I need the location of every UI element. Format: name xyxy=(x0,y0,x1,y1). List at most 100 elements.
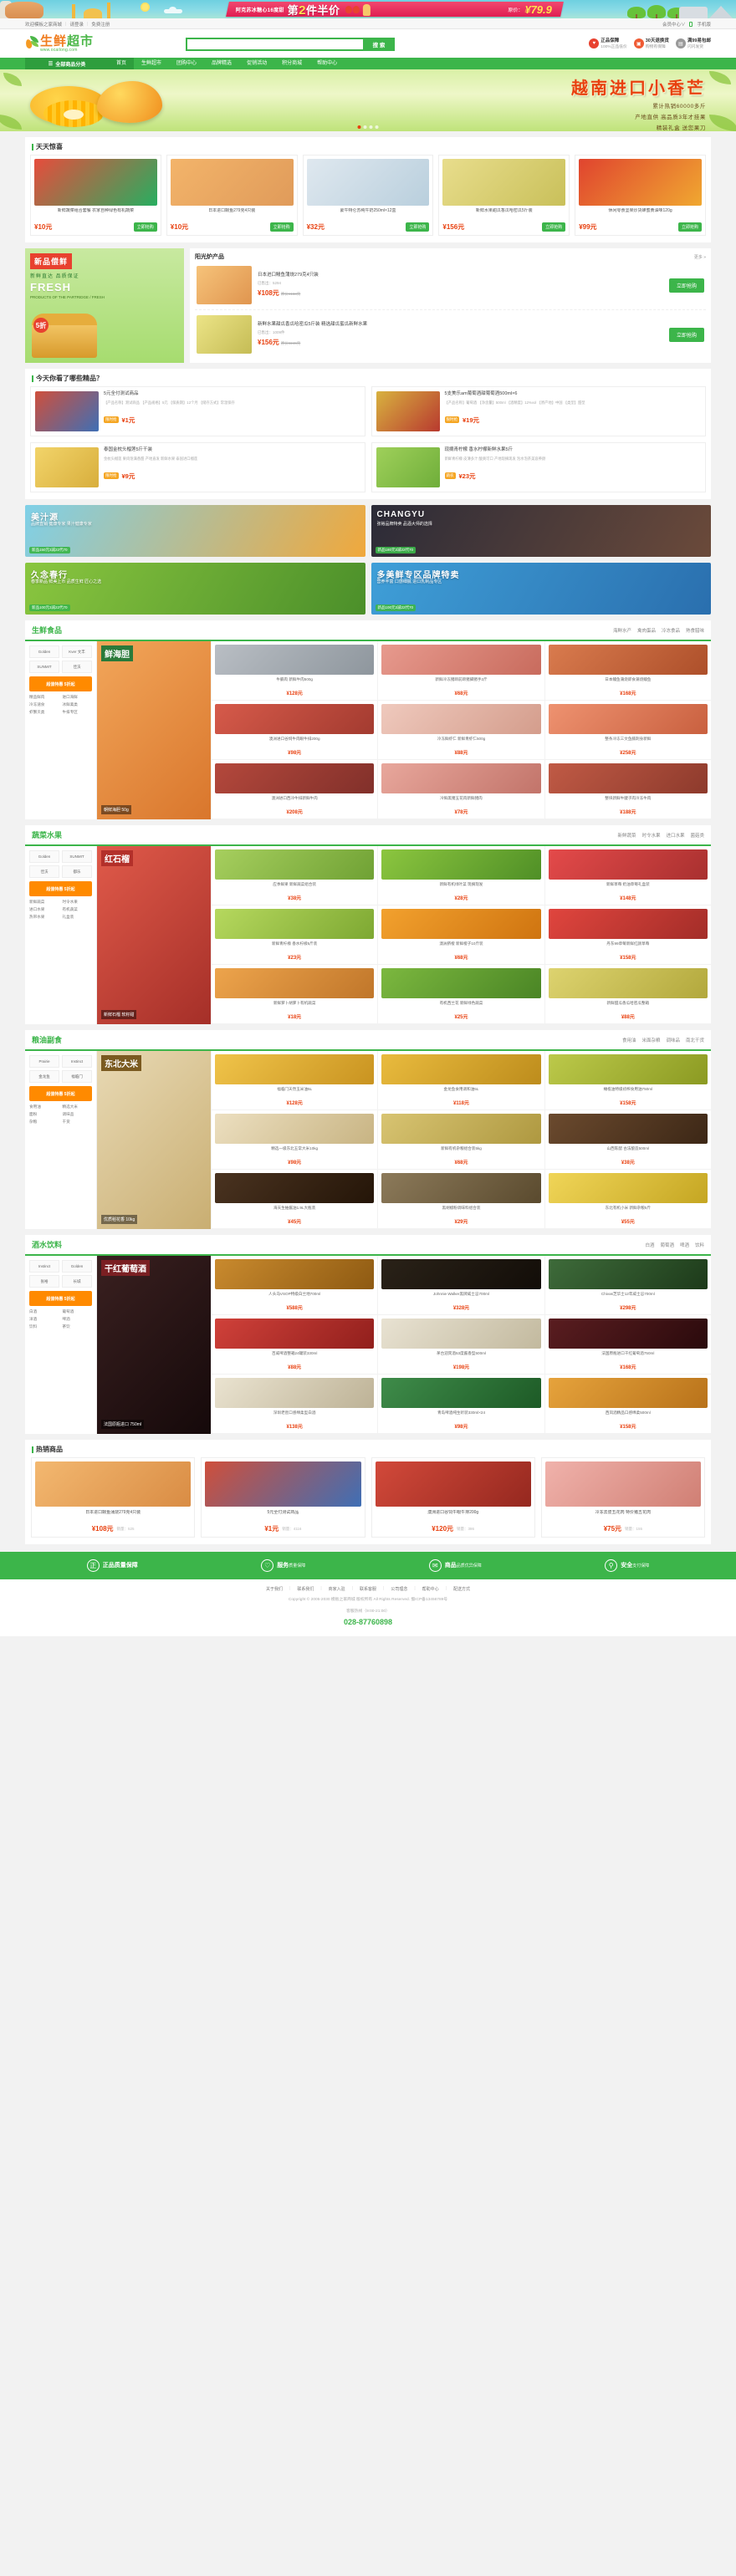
mobile-link[interactable]: 手机版 xyxy=(697,21,711,28)
buy-button[interactable]: 立即抢购 xyxy=(133,222,157,232)
category-promo-badge[interactable]: 超值特惠 5折起 xyxy=(29,881,92,896)
brand-banner[interactable]: 多美鲜专区品牌特卖 营养丰富 口感细腻 进口乳制品专区 新品100元3减22代7… xyxy=(371,563,711,615)
buy-button[interactable]: 立即抢购 xyxy=(269,222,294,232)
product-cell[interactable]: 澳洲进口西冷牛排新鲜牛肉 ¥208元 xyxy=(211,760,378,819)
category-hero-image[interactable]: 干红葡萄酒 法国原瓶进口 750ml xyxy=(97,1256,211,1434)
footer-link[interactable]: 商家入驻 xyxy=(329,1586,345,1592)
buy-button[interactable]: 立即抢购 xyxy=(668,327,704,342)
site-logo[interactable]: 生鲜超市 www.ocailong.com xyxy=(24,35,167,53)
hot-product-card[interactable]: 日本进口鳗鱼蒲烧279克4只装 ¥108元 销量：525 xyxy=(31,1457,196,1538)
category-tag[interactable]: 洋酒 xyxy=(29,1317,59,1323)
product-cell[interactable]: 青岛啤酒纯生听装330ml×24 ¥98元 xyxy=(377,1375,544,1434)
category-tag[interactable]: 冰鲜禽类 xyxy=(63,702,93,708)
product-card[interactable]: 休闲零食坚果炒货蜂蜜黄油味120g ¥99元 立即抢购 xyxy=(575,155,706,236)
category-tag[interactable]: 干货 xyxy=(63,1120,93,1125)
brand-logo[interactable]: 佳沃 xyxy=(29,865,59,878)
category-link[interactable]: 调味品 xyxy=(666,1037,680,1043)
brand-banner[interactable]: CHANGYU 张裕品牌特卖 品酒大师的选择 新品180元3减22代70 xyxy=(371,505,711,557)
category-tag[interactable]: 食用油 xyxy=(29,1104,59,1110)
hero-dot[interactable] xyxy=(369,125,373,129)
product-cell[interactable]: 整块新鲜牛腱子肉冷冻牛肉 ¥188元 xyxy=(544,760,711,819)
brand-logo[interactable]: Golden xyxy=(62,1260,92,1273)
brand-logo[interactable]: Prairie xyxy=(29,1055,59,1068)
login-link[interactable]: 请登录 xyxy=(69,21,84,28)
product-card[interactable]: 新鲜蔬菜组合套餐 农家自种绿色有机蔬菜 ¥10元 立即抢购 xyxy=(30,155,161,236)
product-cell[interactable]: 精选一级东北五常大米10kg ¥98元 xyxy=(211,1110,378,1170)
category-tag[interactable]: 有机蔬菜 xyxy=(63,907,93,913)
product-cell[interactable]: 东北有机小米 新鲜杂粮5斤 ¥55元 xyxy=(544,1170,711,1229)
product-cell[interactable]: 法国原瓶进口干红葡萄酒750ml ¥168元 xyxy=(544,1315,711,1375)
category-tag[interactable]: 调味品 xyxy=(63,1112,93,1118)
category-tag[interactable]: 葡萄酒 xyxy=(63,1309,93,1315)
footer-link[interactable]: 帮助中心 xyxy=(422,1586,439,1592)
category-tag[interactable]: 饮料 xyxy=(29,1324,59,1330)
category-promo-badge[interactable]: 超值特惠 5折起 xyxy=(29,676,92,691)
nav-item-promo[interactable]: 促销活动 xyxy=(239,58,274,69)
top-promo-banner[interactable]: 阿克苏冰糖心16度甜 第2件半价 原价： ¥79.9 xyxy=(0,0,736,18)
category-tag[interactable]: 白酒 xyxy=(29,1309,59,1315)
product-cell[interactable]: 冷冻鲜虾仁 新鲜青虾仁500g ¥88元 xyxy=(377,701,544,760)
category-tag[interactable]: 牛排专区 xyxy=(63,710,93,716)
product-card[interactable]: 新鲜水果甜瓜香瓜哈密瓜5斤装 ¥156元 立即抢购 xyxy=(438,155,570,236)
category-tag[interactable]: 时令水果 xyxy=(63,900,93,905)
category-link[interactable]: 饮料 xyxy=(695,1242,704,1248)
category-link[interactable]: 时令水果 xyxy=(641,832,660,839)
product-cell[interactable]: 新鲜有机杂粮组合装5kg ¥68元 xyxy=(377,1110,544,1170)
search-button[interactable]: 搜 索 xyxy=(363,37,395,51)
product-cell[interactable]: 人头马VSOP特级白兰地700ml ¥588元 xyxy=(211,1256,378,1315)
product-cell[interactable]: 茅台迎宾酒53度酱香型500ml ¥198元 xyxy=(377,1315,544,1375)
brand-logo[interactable]: SUNMIT xyxy=(29,661,59,673)
member-center-link[interactable]: 会员中心∨ xyxy=(662,21,686,28)
product-card[interactable]: 日本进口鳗鱼279克4只装 ¥10元 立即抢购 xyxy=(166,155,298,236)
brand-logo[interactable]: SUNMIT xyxy=(62,850,92,863)
category-promo-badge[interactable]: 超值特惠 5折起 xyxy=(29,1291,92,1306)
product-cell[interactable]: 澳洲进口谷饲牛肉眼牛排200g ¥98元 xyxy=(211,701,378,760)
category-link[interactable]: 海鲜水产 xyxy=(613,627,631,634)
footer-link[interactable]: 公司理念 xyxy=(391,1586,407,1592)
category-tag[interactable]: 杂粮 xyxy=(29,1120,59,1125)
promo-ribbon[interactable]: 阿克苏冰糖心16度甜 第2件半价 原价： ¥79.9 xyxy=(226,2,564,18)
product-cell[interactable]: 百威啤酒整箱24罐装330ml ¥88元 xyxy=(211,1315,378,1375)
brand-logo[interactable]: 福临门 xyxy=(62,1070,92,1083)
category-tag[interactable]: 面粉 xyxy=(29,1112,59,1118)
brand-logo[interactable]: 张裕 xyxy=(29,1275,59,1288)
brand-logo[interactable]: 都乐 xyxy=(62,865,92,878)
category-link[interactable]: 菌菇类 xyxy=(690,832,704,839)
product-cell[interactable]: 橄榄油特级初榨食用油750ml ¥158元 xyxy=(544,1051,711,1110)
product-cell[interactable]: 冷鲜黑猪五花肉新鲜猪肉 ¥78元 xyxy=(377,760,544,819)
category-tag[interactable]: 茶饮 xyxy=(63,1324,93,1330)
pick-card[interactable]: 现摘青柠檬 香水柠檬新鲜水果5斤 新鲜青柠檬 皮薄多汁 酸爽可口 产地现摘现发 … xyxy=(371,442,706,492)
nav-item-brand[interactable]: 品牌精选 xyxy=(204,58,239,69)
category-tag[interactable]: 热带水果 xyxy=(29,915,59,921)
nav-item-help[interactable]: 帮助中心 xyxy=(309,58,345,69)
hot-product-card[interactable]: 5元全付测试商品 ¥1元 销量：4116 xyxy=(201,1457,365,1538)
product-cell[interactable]: 新鲜甜瓜香瓜哈密瓜整箱 ¥88元 xyxy=(544,965,711,1024)
product-cell[interactable]: 新鲜有机绿叶菜 现摘现发 ¥28元 xyxy=(377,846,544,905)
product-card[interactable]: 蒙牛特仑苏纯牛奶250ml×12盒 ¥32元 立即抢购 xyxy=(302,155,434,236)
footer-link[interactable]: 配送方式 xyxy=(453,1586,470,1592)
brand-logo[interactable]: Golden xyxy=(29,645,59,658)
nav-item-home[interactable]: 首页 xyxy=(109,58,135,69)
product-cell[interactable]: 山西陈醋 古法酿造500ml ¥38元 xyxy=(544,1110,711,1170)
product-cell[interactable]: 新鲜青柠檬 香水柠檬5斤装 ¥23元 xyxy=(211,905,378,965)
category-tag[interactable]: 冷冻速食 xyxy=(29,702,59,708)
category-hero-image[interactable]: 鲜海胆 朝鲜海胆 50g xyxy=(97,641,211,819)
category-tag[interactable]: 精选大米 xyxy=(63,1104,93,1110)
pick-card[interactable]: 5元全付测试商品 【产品名称】测试商品 【产品规格】5元 【保质期】12个月 【… xyxy=(30,386,365,436)
hero-carousel-dots[interactable] xyxy=(357,125,379,129)
product-cell[interactable]: 丹东99草莓新鲜红颜草莓 ¥158元 xyxy=(544,905,711,965)
footer-link[interactable]: 联系客服 xyxy=(360,1586,376,1592)
all-categories-button[interactable]: ☰ 全部商品分类 xyxy=(25,58,109,69)
product-cell[interactable]: 整条冷冻三文鱼腩刺身新鲜 ¥258元 xyxy=(544,701,711,760)
category-hero-image[interactable]: 东北大米 优质稻花香 10kg xyxy=(97,1051,211,1229)
category-link[interactable]: 米面杂粮 xyxy=(641,1037,660,1043)
hot-product-card[interactable]: 冷冻去皮五花肉 特价猪五花肉 ¥75元 销量：155 xyxy=(540,1457,705,1538)
category-link[interactable]: 白酒 xyxy=(645,1242,654,1248)
pick-card[interactable]: 泰国金枕头榴莲5斤干装 金枕头榴莲 果肉饱满香甜 产地直发 新鲜水果 泰国进口榴… xyxy=(30,442,365,492)
category-tag[interactable]: 进口水果 xyxy=(29,907,59,913)
product-cell[interactable]: 新鲜萝卜胡萝卜有机蔬菜 ¥18元 xyxy=(211,965,378,1024)
hero-banner[interactable]: 越南进口小香芒 累计热销60000多斤 产地直供 高品质3年才挂果 精装礼盒 送… xyxy=(0,69,736,131)
buy-button[interactable]: 立即抢购 xyxy=(542,222,566,232)
hot-product-card[interactable]: 澳洲进口谷饲牛眼牛排200g ¥120元 销量：386 xyxy=(371,1457,535,1538)
category-link[interactable]: 冷冻食品 xyxy=(662,627,680,634)
